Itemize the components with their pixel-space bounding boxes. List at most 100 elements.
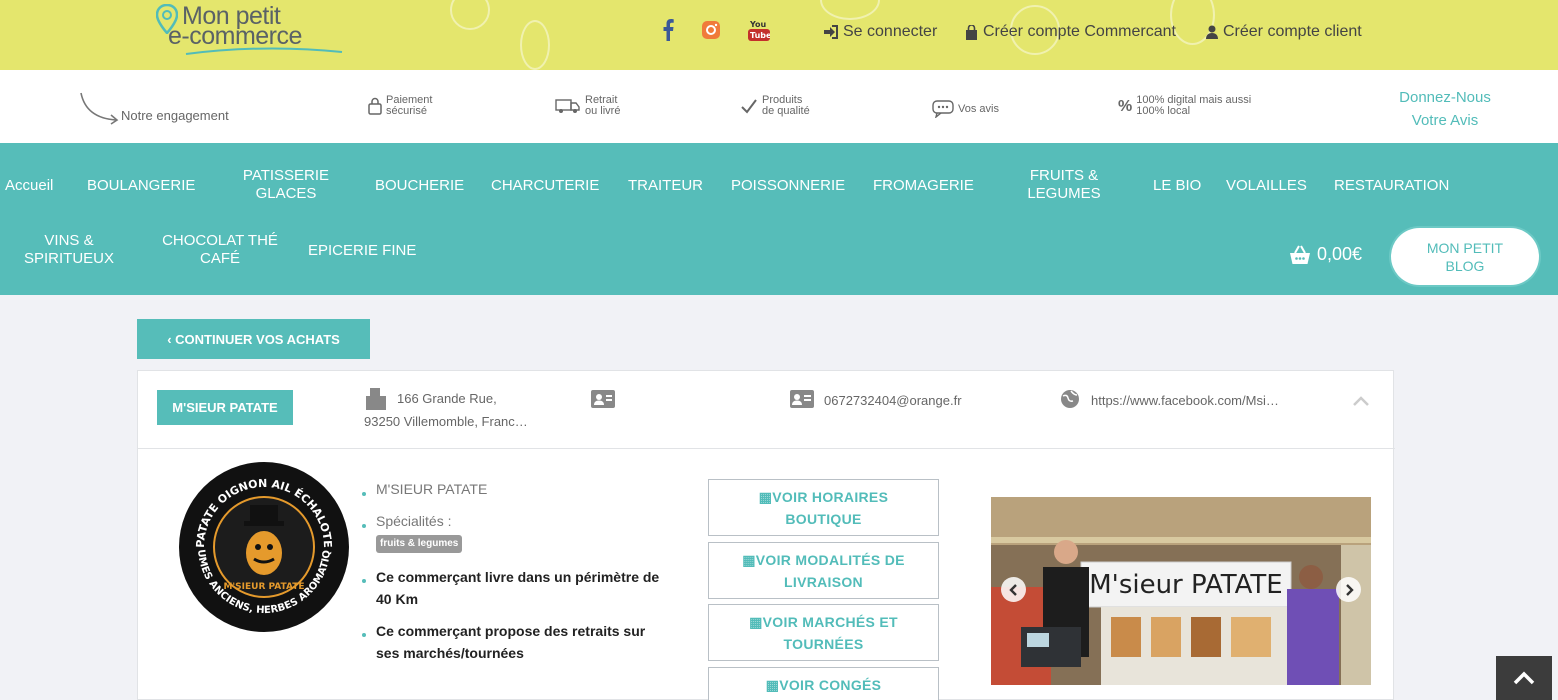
nav-item-vins-spiritueux[interactable]: VINS & SPIRITUEUX	[14, 232, 124, 268]
carousel-prev-button[interactable]	[1001, 577, 1026, 602]
svg-text:Tube: Tube	[750, 31, 770, 40]
main-navigation: Accueil BOULANGERIE PATISSERIE GLACES BOU…	[0, 143, 1558, 295]
bullet	[362, 524, 366, 528]
youtube-icon[interactable]: You Tube	[747, 18, 771, 42]
nav-label-line1: CHOCOLAT THÉ	[162, 232, 278, 249]
nav-item-boucherie[interactable]: BOUCHERIE	[375, 177, 464, 195]
mon-petit-blog-button[interactable]: MON PETIT BLOG	[1391, 228, 1539, 285]
feature-reviews-label: Vos avis	[958, 102, 999, 115]
email-card-icon	[790, 390, 814, 408]
pickup-line2: ses marchés/tournées	[376, 645, 524, 661]
nav-item-fromagerie[interactable]: FROMAGERIE	[873, 177, 974, 195]
user-icon	[1206, 25, 1218, 39]
shop-website[interactable]: https://www.facebook.com/Msi…	[1091, 393, 1279, 408]
nav-item-epicerie-fine[interactable]: EPICERIE FINE	[308, 242, 416, 260]
shop-address-line2: 93250 Villemomble, Franc…	[364, 414, 528, 429]
create-client-account-link[interactable]: Créer compte client	[1206, 23, 1362, 41]
speech-bubble-icon	[932, 100, 954, 118]
nav-item-charcuterie[interactable]: CHARCUTERIE	[491, 177, 599, 195]
btn-markets-line2: TOURNÉES	[783, 635, 864, 652]
chevron-up-icon[interactable]	[1352, 395, 1370, 407]
nav-label: LE BIO	[1153, 177, 1202, 194]
login-link[interactable]: Se connecter	[824, 23, 937, 41]
nav-item-restauration[interactable]: RESTAURATION	[1334, 177, 1449, 195]
shop-card-header: M'SIEUR PATATE 166 Grande Rue, 93250 Vil…	[138, 371, 1395, 449]
cart-button[interactable]: 0,00€	[1289, 244, 1362, 265]
nav-label: TRAITEUR	[628, 177, 703, 194]
nav-label: POISSONNERIE	[731, 177, 846, 194]
shop-logo: PATATE OIGNON AIL ÉCHALOTE LEGUMES ANCIE…	[178, 461, 349, 632]
btn-delivery-line1: VOIR MODALITÉS DE	[755, 551, 905, 568]
decorative-doodle	[820, 0, 880, 20]
calendar-icon: ▦	[749, 613, 763, 630]
pickup-line1: Ce commerçant propose des retraits sur	[376, 623, 646, 639]
nav-label: CHARCUTERIE	[491, 177, 600, 194]
facebook-icon[interactable]	[657, 18, 679, 42]
delivery-line1: Ce commerçant livre dans un périmètre de	[376, 569, 660, 585]
donnez-nous-votre-avis-link[interactable]: Donnez-Nous Votre Avis	[1375, 86, 1515, 132]
shop-email[interactable]: 0672732404@orange.fr	[824, 393, 962, 408]
shop-name: M'SIEUR PATATE	[376, 481, 488, 497]
top-bar: Mon petit e-commerce You Tube Se connecte…	[0, 0, 1558, 70]
nav-label-line1: VINS &	[44, 232, 94, 249]
nav-item-le-bio[interactable]: LE BIO	[1153, 177, 1201, 195]
logo-swoosh	[185, 47, 343, 55]
bullet	[362, 579, 366, 583]
btn-delivery-line2: LIVRAISON	[784, 573, 863, 590]
shop-photo-carousel[interactable]: M'sieur PATATE	[991, 497, 1371, 685]
login-label: Se connecter	[843, 23, 938, 40]
specialty-tag[interactable]: fruits & legumes	[376, 535, 463, 553]
calendar-icon: ▦	[765, 677, 780, 693]
shop-bag-icon	[966, 24, 977, 40]
nav-item-volailles[interactable]: VOLAILLES	[1226, 177, 1307, 195]
scroll-to-top-button[interactable]	[1496, 656, 1552, 700]
feature-payment-line2: sécurisé	[386, 105, 427, 117]
building-icon	[366, 388, 386, 410]
nav-label-line2: LEGUMES	[1027, 185, 1101, 202]
view-markets-button[interactable]: ▦VOIR MARCHÉS ET TOURNÉES	[708, 604, 939, 661]
basket-icon	[1290, 245, 1310, 264]
decorative-doodle	[450, 0, 490, 30]
continue-shopping-button[interactable]: ‹ CONTINUER VOS ACHATS	[137, 319, 370, 359]
nav-item-poissonnerie[interactable]: POISSONNERIE	[731, 177, 845, 195]
nav-item-fruits-legumes[interactable]: FRUITS & LEGUMES	[1012, 167, 1116, 203]
view-holidays-button[interactable]: ▦VOIR CONGÉS	[708, 667, 939, 700]
view-delivery-terms-button[interactable]: ▦VOIR MODALITÉS DE LIVRAISON	[708, 542, 939, 599]
view-hours-button[interactable]: ▦VOIR HORAIRES BOUTIQUE	[708, 479, 939, 536]
btn-holidays-line1: VOIR CONGÉS	[779, 677, 882, 693]
feature-quality-products: Produits de qualité	[740, 95, 810, 117]
blog-label-line2: BLOG	[1445, 257, 1485, 274]
instagram-icon[interactable]	[700, 18, 722, 42]
feature-pickup-delivery: Retrait ou livré	[555, 95, 620, 117]
nav-label: BOUCHERIE	[375, 177, 465, 194]
nav-item-boulangerie[interactable]: BOULANGERIE	[87, 177, 195, 195]
arrow-right-icon	[1345, 583, 1354, 596]
nav-label-line1: PATISSERIE	[242, 167, 330, 184]
calendar-icon: ▦	[742, 551, 756, 568]
delivery-info: Ce commerçant livre dans un périmètre de…	[376, 566, 696, 610]
globe-icon	[1061, 390, 1079, 408]
site-logo[interactable]: Mon petit e-commerce	[156, 2, 356, 62]
carousel-next-button[interactable]	[1336, 577, 1361, 602]
nav-label-line1: FRUITS &	[1029, 167, 1099, 184]
contact-card-icon	[591, 390, 615, 408]
nav-label-line2: SPIRITUEUX	[23, 250, 114, 267]
checkmark-icon	[741, 99, 757, 114]
btn-hours-line2: BOUTIQUE	[785, 510, 862, 527]
nav-label: EPICERIE FINE	[308, 242, 417, 259]
nav-label: Accueil	[5, 177, 54, 194]
nav-label-line2: GLACES	[255, 185, 317, 202]
pickup-info: Ce commerçant propose des retraits sur s…	[376, 620, 696, 664]
nav-item-accueil[interactable]: Accueil	[5, 177, 53, 195]
create-merchant-account-link[interactable]: Créer compte Commercant	[965, 23, 1176, 41]
blog-label-line1: MON PETIT	[1426, 239, 1504, 256]
shop-address-line1: 166 Grande Rue,	[397, 391, 497, 406]
btn-hours-line1: VOIR HORAIRES	[772, 488, 889, 505]
shop-name-badge[interactable]: M'SIEUR PATATE	[157, 390, 293, 425]
nav-label: FROMAGERIE	[873, 177, 974, 194]
nav-item-chocolat-the-cafe[interactable]: CHOCOLAT THÉ CAFÉ	[154, 232, 286, 268]
nav-item-patisserie-glaces[interactable]: PATISSERIE GLACES	[232, 167, 340, 203]
engagement-link[interactable]: Notre engagement	[78, 90, 258, 126]
nav-item-traiteur[interactable]: TRAITEUR	[628, 177, 703, 195]
shop-name-badge-label: M'SIEUR PATATE	[172, 400, 278, 415]
